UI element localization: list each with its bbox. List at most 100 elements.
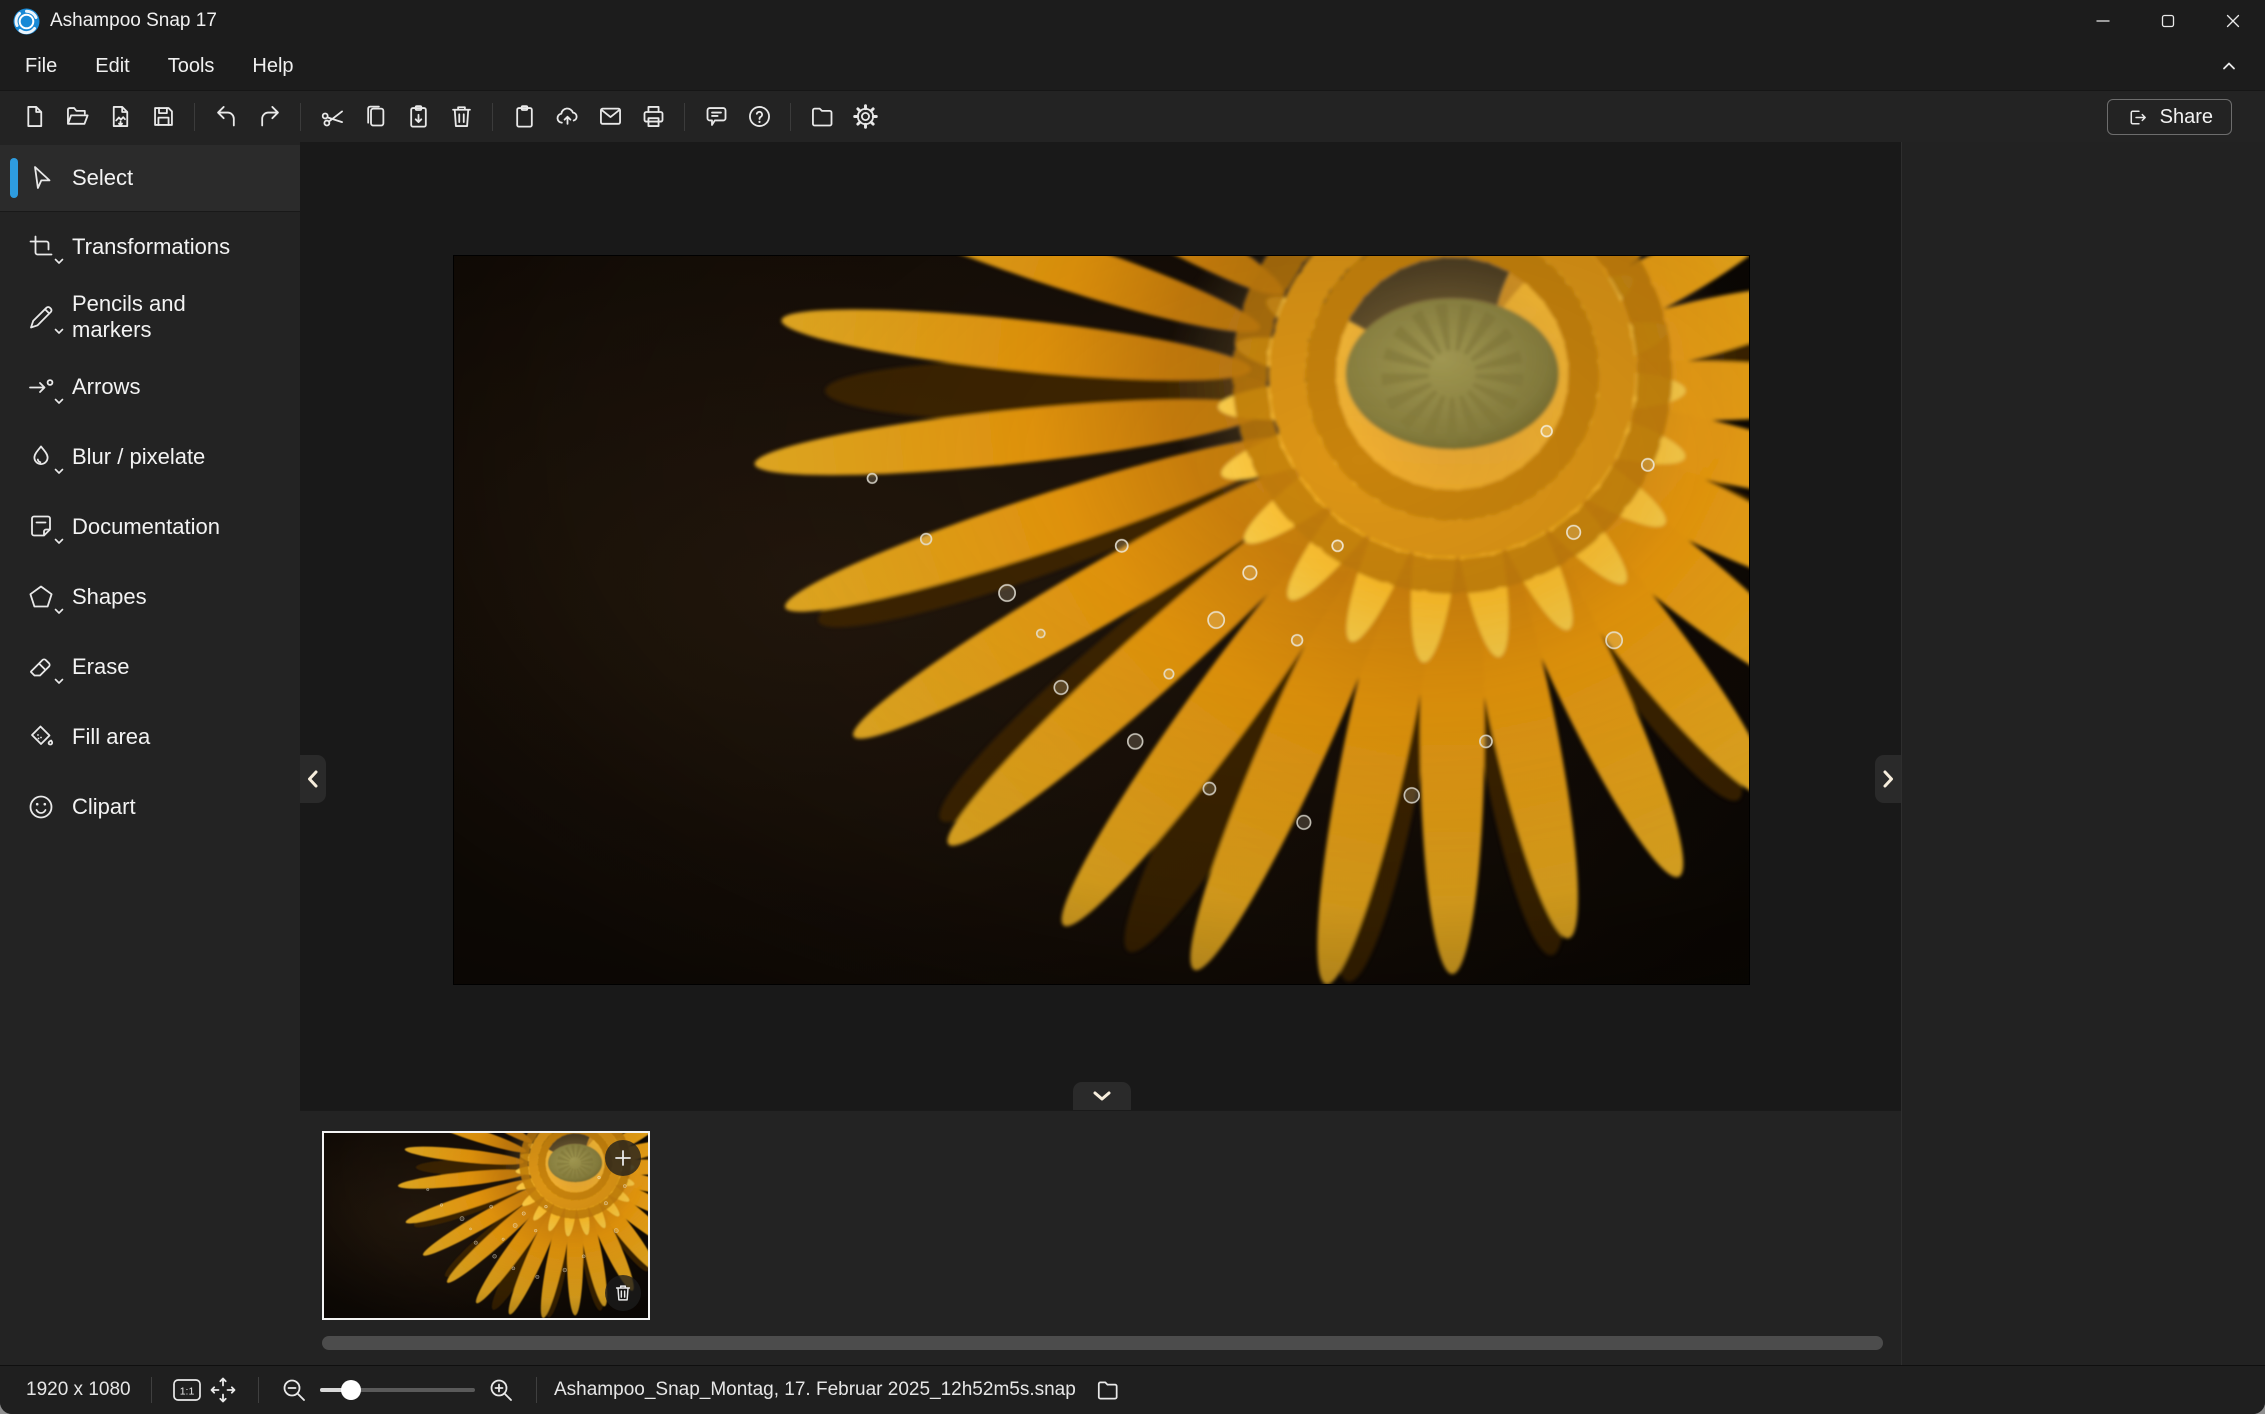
- actual-size-icon[interactable]: 1:1: [169, 1372, 205, 1408]
- cut-icon[interactable]: [312, 97, 352, 137]
- pencil-icon: [20, 296, 62, 338]
- active-indicator: [10, 158, 18, 198]
- delete-icon[interactable]: [441, 97, 481, 137]
- status-bar: 1920 x 1080 1:1 Ashampoo_Snap_Montag, 17…: [0, 1365, 2265, 1414]
- email-icon[interactable]: [590, 97, 630, 137]
- sidebar-item-erase[interactable]: Erase: [0, 632, 300, 702]
- clipboard-icon[interactable]: [504, 97, 544, 137]
- print-icon[interactable]: [633, 97, 673, 137]
- minimize-icon[interactable]: [2070, 0, 2135, 42]
- smiley-icon: [20, 786, 62, 828]
- sidebar-item-blur-pixelate[interactable]: Blur / pixelate: [0, 422, 300, 492]
- sidebar-item-label: Shapes: [72, 584, 147, 610]
- previous-capture-button[interactable]: [300, 755, 326, 803]
- menu-file[interactable]: File: [10, 49, 72, 84]
- canvas[interactable]: [300, 142, 1901, 1110]
- capture-thumbnail[interactable]: [322, 1131, 650, 1320]
- chevron-right-icon: [1879, 768, 1897, 790]
- chevron-down-icon: [1090, 1088, 1114, 1104]
- add-to-selection-button[interactable]: [605, 1140, 641, 1176]
- chevron-down-icon: [52, 674, 66, 688]
- sidebar-item-label: Select: [72, 165, 133, 191]
- chevron-down-icon: [52, 604, 66, 618]
- tools-sidebar: Select Transformations Pencils and marke…: [0, 142, 300, 1365]
- image-dimensions: 1920 x 1080: [26, 1379, 134, 1401]
- toolbar: Share: [0, 90, 2265, 142]
- zoom-in-icon[interactable]: [483, 1372, 519, 1408]
- plus-icon: [611, 1146, 635, 1170]
- new-capture-icon[interactable]: [14, 97, 54, 137]
- open-icon[interactable]: [57, 97, 97, 137]
- open-image-icon[interactable]: [100, 97, 140, 137]
- collapse-thumbnails-button[interactable]: [1073, 1082, 1131, 1110]
- crop-icon: [20, 226, 62, 268]
- copy-icon[interactable]: [355, 97, 395, 137]
- share-button[interactable]: Share: [2107, 99, 2232, 135]
- help-icon[interactable]: [739, 97, 779, 137]
- open-file-location-button[interactable]: [1090, 1372, 1126, 1408]
- statusbar-separator: [536, 1377, 537, 1403]
- sidebar-item-arrows[interactable]: Arrows: [0, 352, 300, 422]
- chevron-down-icon: [52, 324, 66, 338]
- sidebar-item-clipart[interactable]: Clipart: [0, 772, 300, 842]
- main-area: Select Transformations Pencils and marke…: [0, 142, 2265, 1365]
- sidebar-item-label: Pencils and markers: [72, 291, 236, 343]
- settings-icon[interactable]: [845, 97, 885, 137]
- chevron-up-icon[interactable]: [2215, 52, 2243, 80]
- cloud-upload-icon[interactable]: [547, 97, 587, 137]
- toolbar-separator: [684, 103, 685, 131]
- share-icon: [2126, 106, 2149, 129]
- paste-icon[interactable]: [398, 97, 438, 137]
- sidebar-item-documentation[interactable]: Documentation: [0, 492, 300, 562]
- save-icon[interactable]: [143, 97, 183, 137]
- thumbnail-scrollbar[interactable]: [322, 1336, 1883, 1350]
- undo-icon[interactable]: [206, 97, 246, 137]
- next-capture-button[interactable]: [1875, 755, 1901, 803]
- chevron-left-icon: [304, 768, 322, 790]
- comment-icon[interactable]: [696, 97, 736, 137]
- sidebar-item-shapes[interactable]: Shapes: [0, 562, 300, 632]
- toolbar-separator: [194, 103, 195, 131]
- chevron-down-icon: [52, 394, 66, 408]
- zoom-out-icon[interactable]: [276, 1372, 312, 1408]
- thumbnail-strip: [300, 1110, 1901, 1365]
- menu-tools[interactable]: Tools: [153, 49, 230, 84]
- window-controls: [2070, 0, 2265, 42]
- zoom-slider[interactable]: [320, 1372, 475, 1408]
- chevron-down-icon: [52, 254, 66, 268]
- right-panel: [1901, 142, 2265, 1365]
- statusbar-separator: [258, 1377, 259, 1403]
- menu-bar: File Edit Tools Help: [0, 42, 2265, 90]
- sidebar-item-label: Fill area: [72, 724, 150, 750]
- toolbar-separator: [790, 103, 791, 131]
- pentagon-icon: [20, 576, 62, 618]
- folder-icon[interactable]: [802, 97, 842, 137]
- sidebar-item-select[interactable]: Select: [0, 145, 300, 211]
- statusbar-separator: [151, 1377, 152, 1403]
- maximize-icon[interactable]: [2135, 0, 2200, 42]
- captured-image[interactable]: [454, 256, 1749, 984]
- zoom-slider-thumb[interactable]: [341, 1380, 361, 1400]
- cursor-icon: [20, 157, 62, 199]
- sidebar-item-fill-area[interactable]: Fill area: [0, 702, 300, 772]
- sidebar-item-label: Arrows: [72, 374, 140, 400]
- menu-help[interactable]: Help: [237, 49, 308, 84]
- close-icon[interactable]: [2200, 0, 2265, 42]
- editor-center: [300, 142, 1901, 1365]
- sidebar-item-label: Documentation: [72, 514, 220, 540]
- title-bar: Ashampoo Snap 17: [0, 0, 2265, 42]
- arrow-icon: [20, 366, 62, 408]
- toolbar-separator: [300, 103, 301, 131]
- eraser-icon: [20, 646, 62, 688]
- app-title: Ashampoo Snap 17: [50, 10, 217, 32]
- menu-edit[interactable]: Edit: [80, 49, 144, 84]
- chevron-down-icon: [52, 534, 66, 548]
- pan-icon[interactable]: [205, 1372, 241, 1408]
- svg-text:1:1: 1:1: [180, 1386, 195, 1398]
- sidebar-item-pencils-and-markers[interactable]: Pencils and markers: [0, 282, 300, 352]
- redo-icon[interactable]: [249, 97, 289, 137]
- sidebar-item-transformations[interactable]: Transformations: [0, 212, 300, 282]
- delete-thumbnail-button[interactable]: [605, 1275, 641, 1311]
- app-window: Ashampoo Snap 17 File Edit Tools Help: [0, 0, 2265, 1414]
- sidebar-item-label: Clipart: [72, 794, 136, 820]
